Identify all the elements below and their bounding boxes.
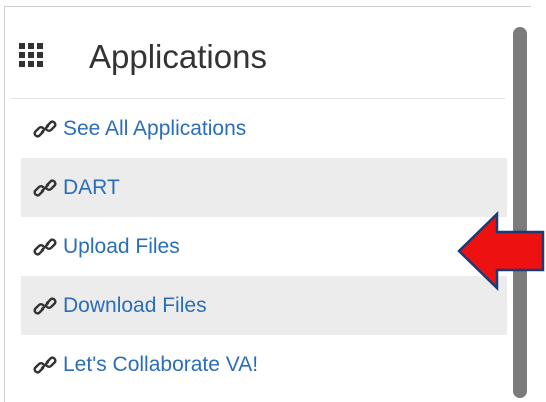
left-arrow-callout-icon xyxy=(457,211,545,291)
app-link-dart[interactable]: DART xyxy=(21,158,507,217)
app-link-label: DART xyxy=(63,175,120,199)
app-link-see-all-applications[interactable]: See All Applications xyxy=(21,99,507,158)
applications-list: See All Applications DART Upload Files D… xyxy=(21,99,507,394)
link-icon xyxy=(33,235,57,259)
app-link-label: Download Files xyxy=(63,293,207,317)
panel-title: Applications xyxy=(89,38,267,75)
panel-header: Applications xyxy=(11,16,505,99)
applications-panel: Applications See All Applications DART U… xyxy=(4,6,531,402)
link-icon xyxy=(33,176,57,200)
link-icon xyxy=(33,294,57,318)
app-link-upload-files[interactable]: Upload Files xyxy=(21,217,507,276)
grid-icon xyxy=(19,43,43,67)
app-link-label: Upload Files xyxy=(63,234,180,258)
app-link-label: Let's Collaborate VA! xyxy=(63,352,259,376)
app-link-lets-collaborate-va[interactable]: Let's Collaborate VA! xyxy=(21,335,507,394)
app-link-label: See All Applications xyxy=(63,116,247,140)
link-icon xyxy=(33,117,57,141)
app-link-download-files[interactable]: Download Files xyxy=(21,276,507,335)
link-icon xyxy=(33,353,57,377)
